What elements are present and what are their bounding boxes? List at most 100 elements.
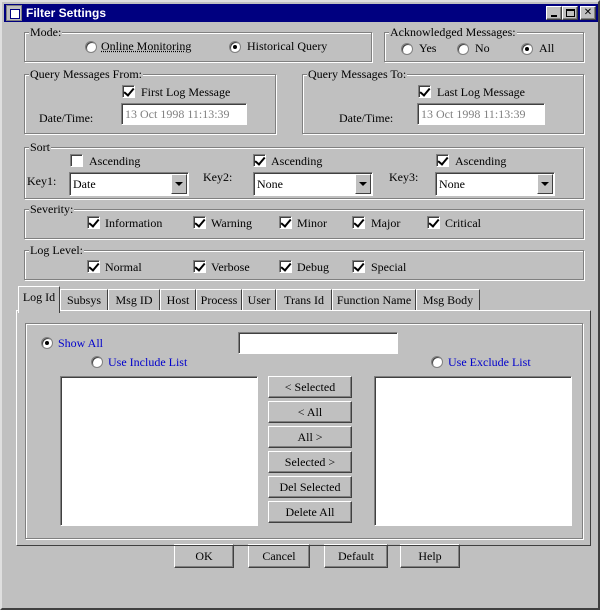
- move-all-left-button[interactable]: < All: [268, 401, 352, 423]
- last-log-message-checkbox[interactable]: [418, 85, 431, 98]
- special-checkbox[interactable]: [352, 260, 365, 273]
- maximize-icon: [566, 9, 575, 17]
- ack-no-radio[interactable]: [457, 43, 469, 55]
- minimize-button[interactable]: [546, 6, 562, 20]
- move-selected-left-button[interactable]: < Selected: [268, 376, 352, 398]
- cancel-button[interactable]: Cancel: [248, 544, 310, 568]
- warning-label[interactable]: Warning: [211, 216, 252, 231]
- use-exclude-list-label[interactable]: Use Exclude List: [448, 355, 531, 370]
- log-level-group: Log Level: Normal Verbose Debug Special: [24, 243, 584, 280]
- minor-label[interactable]: Minor: [297, 216, 327, 231]
- tab-function-name[interactable]: Function Name: [332, 289, 416, 311]
- ok-button[interactable]: OK: [174, 544, 234, 568]
- tab-user[interactable]: User: [242, 289, 276, 311]
- key2-label: Key2:: [203, 170, 233, 184]
- app-icon[interactable]: [6, 5, 22, 21]
- minimize-icon: [551, 15, 557, 17]
- default-button[interactable]: Default: [324, 544, 388, 568]
- debug-checkbox[interactable]: [279, 260, 292, 273]
- to-datetime-field[interactable]: 13 Oct 1998 11:13:39: [417, 103, 545, 125]
- key3-ascending-checkbox[interactable]: [436, 154, 449, 167]
- close-button[interactable]: ✕: [580, 6, 596, 20]
- title-bar[interactable]: Filter Settings ✕: [4, 4, 598, 22]
- tab-trans-id[interactable]: Trans Id: [276, 289, 332, 311]
- chevron-down-icon[interactable]: [355, 174, 371, 194]
- mode-group: Mode: Online Monitoring Historical Query: [24, 25, 372, 62]
- warning-checkbox[interactable]: [193, 216, 206, 229]
- verbose-label[interactable]: Verbose: [211, 260, 250, 275]
- tab-subsys[interactable]: Subsys: [60, 289, 108, 311]
- sort-group: Sort Ascending Key1: Date Ascending Key2…: [24, 140, 584, 199]
- key1-ascending-checkbox[interactable]: [70, 154, 83, 167]
- use-include-list-label[interactable]: Use Include List: [108, 355, 187, 370]
- key3-ascending-label[interactable]: Ascending: [455, 154, 506, 169]
- move-all-right-button[interactable]: All >: [268, 426, 352, 448]
- tab-panel: Show All Use Include List Use Exclude Li…: [16, 310, 591, 546]
- verbose-checkbox[interactable]: [193, 260, 206, 273]
- debug-label[interactable]: Debug: [297, 260, 329, 275]
- use-exclude-list-radio[interactable]: [431, 356, 443, 368]
- log-level-group-title: Log Level:: [29, 243, 84, 258]
- online-monitoring-label[interactable]: Online Monitoring: [101, 39, 191, 54]
- show-all-label[interactable]: Show All: [58, 336, 103, 351]
- window-title: Filter Settings: [26, 6, 107, 20]
- tab-msg-id[interactable]: Msg ID: [108, 289, 160, 311]
- key3-value: None: [439, 177, 465, 191]
- historical-query-label[interactable]: Historical Query: [247, 39, 327, 54]
- key3-label: Key3:: [389, 170, 419, 184]
- move-selected-right-button[interactable]: Selected >: [268, 451, 352, 473]
- severity-group: Severity: Information Warning Minor Majo…: [24, 202, 584, 239]
- tab-host[interactable]: Host: [160, 289, 196, 311]
- use-include-list-radio[interactable]: [91, 356, 103, 368]
- query-from-group: Query Messages From: First Log Message D…: [24, 67, 276, 134]
- chevron-down-icon[interactable]: [171, 174, 187, 194]
- key2-ascending-label[interactable]: Ascending: [271, 154, 322, 169]
- close-icon: ✕: [583, 7, 593, 18]
- minor-checkbox[interactable]: [279, 216, 292, 229]
- tab-process[interactable]: Process: [196, 289, 242, 311]
- key1-select[interactable]: Date: [69, 172, 189, 196]
- from-datetime-field[interactable]: 13 Oct 1998 11:13:39: [121, 103, 247, 125]
- key1-ascending-label[interactable]: Ascending: [89, 154, 140, 169]
- normal-label[interactable]: Normal: [105, 260, 142, 275]
- ack-all-label[interactable]: All: [539, 41, 554, 56]
- critical-checkbox[interactable]: [427, 216, 440, 229]
- critical-label[interactable]: Critical: [445, 216, 481, 231]
- first-log-message-checkbox[interactable]: [122, 85, 135, 98]
- key3-select[interactable]: None: [435, 172, 555, 196]
- log-id-input[interactable]: [238, 332, 398, 354]
- ack-yes-radio[interactable]: [401, 43, 413, 55]
- ack-yes-label[interactable]: Yes: [419, 41, 436, 56]
- query-to-title: Query Messages To:: [307, 67, 408, 82]
- acknowledged-group-title: Acknowledged Messages:: [389, 25, 517, 40]
- include-listbox[interactable]: [60, 376, 258, 526]
- key2-value: None: [257, 177, 283, 191]
- ack-all-radio[interactable]: [521, 43, 533, 55]
- tab-msg-body[interactable]: Msg Body: [416, 289, 480, 311]
- chevron-down-icon[interactable]: [537, 174, 553, 194]
- log-id-filter-box: Show All Use Include List Use Exclude Li…: [25, 323, 583, 539]
- delete-selected-button[interactable]: Del Selected: [268, 476, 352, 498]
- last-log-message-label[interactable]: Last Log Message: [437, 85, 525, 100]
- online-monitoring-radio[interactable]: [85, 41, 97, 53]
- query-to-group: Query Messages To: Last Log Message Date…: [302, 67, 584, 134]
- information-label[interactable]: Information: [105, 216, 162, 231]
- from-datetime-label: Date/Time:: [39, 111, 94, 125]
- exclude-listbox[interactable]: [374, 376, 572, 526]
- ack-no-label[interactable]: No: [475, 41, 490, 56]
- help-button[interactable]: Help: [400, 544, 460, 568]
- delete-all-button[interactable]: Delete All: [268, 501, 352, 523]
- key2-ascending-checkbox[interactable]: [253, 154, 266, 167]
- major-label[interactable]: Major: [371, 216, 400, 231]
- first-log-message-label[interactable]: First Log Message: [141, 85, 230, 100]
- tab-log-id[interactable]: Log Id: [18, 286, 60, 313]
- normal-checkbox[interactable]: [87, 260, 100, 273]
- information-checkbox[interactable]: [87, 216, 100, 229]
- key1-label: Key1:: [27, 174, 57, 188]
- show-all-radio[interactable]: [41, 337, 53, 349]
- key2-select[interactable]: None: [253, 172, 373, 196]
- maximize-button[interactable]: [562, 6, 578, 20]
- special-label[interactable]: Special: [371, 260, 406, 275]
- historical-query-radio[interactable]: [229, 41, 241, 53]
- major-checkbox[interactable]: [352, 216, 365, 229]
